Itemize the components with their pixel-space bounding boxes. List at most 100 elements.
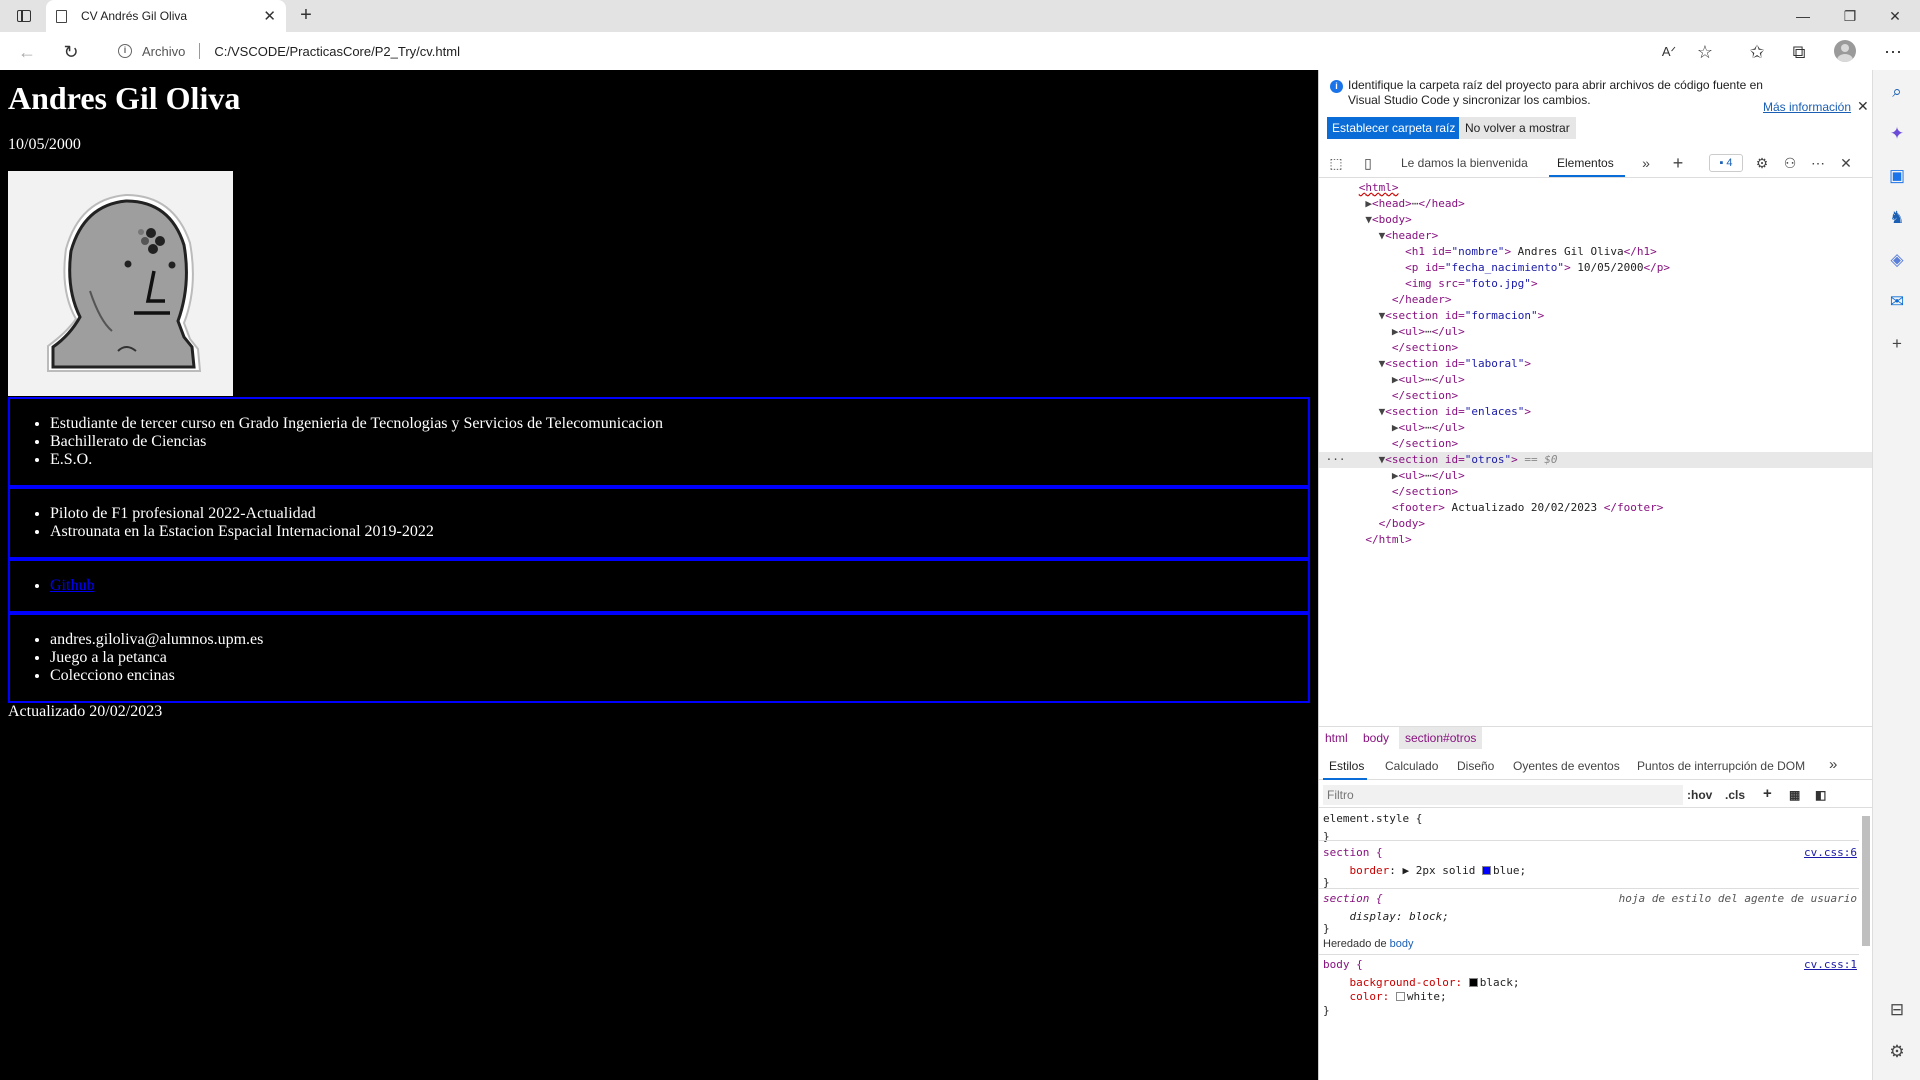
section-rule-source[interactable]: cv.css:6	[1804, 846, 1857, 859]
ellipsis-icon[interactable]: ⋯	[1425, 421, 1432, 434]
expand-icon[interactable]: ▶	[1403, 864, 1410, 877]
browser-tab[interactable]: CV Andrés Gil Oliva ✕	[46, 0, 286, 32]
close-devtools-icon[interactable]: ✕	[1837, 154, 1855, 172]
tab-dom-breakpoints[interactable]: Puntos de interrupción de DOM	[1637, 759, 1805, 773]
dom-node[interactable]: <p id="fecha_nacimiento"> 10/05/2000</p>	[1319, 260, 1873, 276]
restore-button[interactable]: ❐	[1835, 6, 1865, 26]
paint-icon[interactable]: ▦	[1789, 788, 1800, 802]
settings-gear-icon[interactable]: ⚙	[1885, 1040, 1909, 1064]
dom-node[interactable]: ▼<section id="laboral">	[1319, 356, 1873, 372]
styles-scrollbar[interactable]	[1862, 816, 1870, 946]
tools-icon[interactable]: ♞	[1885, 206, 1909, 230]
dom-node[interactable]: </section>	[1319, 340, 1873, 356]
more-info-link[interactable]: Más información	[1763, 100, 1851, 114]
ellipsis-icon[interactable]: ⋯	[1425, 325, 1432, 338]
copilot-icon[interactable]: ✦	[1885, 122, 1909, 146]
favorite-add-icon[interactable]: ☆	[1694, 41, 1716, 63]
dots-icon[interactable]: ···	[1326, 453, 1346, 466]
shopping-icon[interactable]: ▣	[1885, 164, 1909, 188]
profile-avatar[interactable]	[1834, 40, 1856, 62]
dom-node[interactable]: ▶<ul>⋯</ul>	[1319, 420, 1873, 436]
address-bar[interactable]: i Archivo C:/VSCODE/PracticasCore/P2_Try…	[104, 37, 1664, 65]
favorites-icon[interactable]: ✩	[1746, 41, 1768, 63]
reload-icon[interactable]: ↻	[60, 41, 82, 63]
add-tab-icon[interactable]: +	[1669, 154, 1687, 172]
tab-layout[interactable]: Diseño	[1457, 759, 1494, 773]
hide-sidebar-icon[interactable]: ⊟	[1885, 998, 1909, 1022]
device-toolbar-icon[interactable]: ▯	[1359, 154, 1377, 172]
color-declaration[interactable]: color: white;	[1323, 990, 1447, 1004]
dom-node[interactable]: </section>	[1319, 484, 1873, 500]
dom-node[interactable]: ▼<section id="enlaces">	[1319, 404, 1873, 420]
issues-badge[interactable]: ▪ 4	[1709, 154, 1743, 172]
dom-node[interactable]: </section>	[1319, 436, 1873, 452]
dom-node[interactable]: <h1 id="nombre"> Andres Gil Oliva</h1>	[1319, 244, 1873, 260]
office-icon[interactable]: ◈	[1885, 248, 1909, 272]
dom-node[interactable]: <html>	[1319, 180, 1873, 196]
sidebar-toggle-icon[interactable]: ◧	[1815, 788, 1826, 802]
outlook-icon[interactable]: ✉	[1885, 290, 1909, 314]
color-swatch[interactable]	[1481, 866, 1491, 875]
dom-node[interactable]: ▶<ul>⋯</ul>	[1319, 372, 1873, 388]
dom-node[interactable]: </section>	[1319, 388, 1873, 404]
dom-node[interactable]: ▶<ul>⋯</ul>	[1319, 324, 1873, 340]
read-aloud-icon[interactable]: Aᐟ	[1658, 41, 1680, 63]
sidebar-toggle-button[interactable]	[12, 6, 36, 26]
dont-show-again-button[interactable]: No volver a mostrar	[1459, 117, 1576, 139]
tab-computed[interactable]: Calculado	[1385, 759, 1438, 773]
add-icon[interactable]: +	[1885, 332, 1909, 356]
collections-icon[interactable]: ⧉	[1788, 41, 1810, 63]
tab-elements[interactable]: Elementos	[1557, 156, 1614, 170]
hover-state-toggle[interactable]: :hov	[1687, 788, 1712, 802]
dom-node[interactable]: </header>	[1319, 292, 1873, 308]
tab-welcome[interactable]: Le damos la bienvenida	[1401, 156, 1528, 170]
dom-node[interactable]: </body>	[1319, 516, 1873, 532]
tab-styles[interactable]: Estilos	[1329, 759, 1364, 773]
dom-node[interactable]: <img src="foto.jpg">	[1319, 276, 1873, 292]
inherited-from-link[interactable]: body	[1390, 938, 1414, 950]
breadcrumb-html[interactable]: html	[1325, 731, 1348, 745]
dom-node[interactable]: ▼<body>	[1319, 212, 1873, 228]
github-link[interactable]: Github	[50, 577, 94, 594]
body-rule-selector[interactable]: body {	[1323, 958, 1363, 972]
breadcrumb-section-otros[interactable]: section#otros	[1399, 727, 1483, 749]
color-swatch[interactable]	[1395, 992, 1405, 1001]
dom-node[interactable]: </html>	[1319, 532, 1873, 548]
dom-node[interactable]: ▼<section id="formacion">	[1319, 308, 1873, 324]
expand-icon[interactable]: ▶	[1365, 197, 1372, 210]
close-window-button[interactable]: ✕	[1880, 6, 1910, 26]
collapse-icon[interactable]: ▼	[1365, 213, 1372, 226]
back-icon[interactable]: ←	[16, 41, 38, 63]
element-style-selector[interactable]: element.style {	[1323, 812, 1422, 826]
info-icon[interactable]: i	[118, 44, 132, 58]
color-swatch[interactable]	[1468, 978, 1478, 987]
dom-node[interactable]: <footer> Actualizado 20/02/2023 </footer…	[1319, 500, 1873, 516]
dom-node[interactable]: ▼<header>	[1319, 228, 1873, 244]
inspect-element-icon[interactable]: ⬚	[1327, 154, 1345, 172]
new-tab-button[interactable]: +	[294, 4, 318, 28]
close-tab-icon[interactable]: ✕	[263, 7, 276, 25]
set-root-folder-button[interactable]: Establecer carpeta raíz	[1327, 117, 1461, 139]
settings-gear-icon[interactable]: ⚙	[1753, 154, 1771, 172]
styles-filter-input[interactable]	[1323, 785, 1683, 805]
feedback-icon[interactable]: ⚇	[1781, 154, 1799, 172]
more-tabs-icon[interactable]: »	[1637, 154, 1655, 172]
dom-tree[interactable]: <html> ▶<head>⋯</head> ▼<body> ▼<header>…	[1319, 180, 1873, 660]
section-rule-selector[interactable]: section {	[1323, 846, 1383, 860]
close-infobar-icon[interactable]: ✕	[1857, 98, 1869, 115]
address-url[interactable]: C:/VSCODE/PracticasCore/P2_Try/cv.html	[214, 44, 460, 59]
ellipsis-icon[interactable]: ⋯	[1425, 373, 1432, 386]
search-icon[interactable]: ⌕	[1885, 80, 1909, 104]
dom-node[interactable]: ▶<ul>⋯</ul>	[1319, 468, 1873, 484]
class-toggle[interactable]: .cls	[1725, 788, 1745, 802]
body-rule-source[interactable]: cv.css:1	[1804, 958, 1857, 971]
customize-menu-icon[interactable]: ⋯	[1809, 154, 1827, 172]
tab-event-listeners[interactable]: Oyentes de eventos	[1513, 759, 1620, 773]
new-rule-icon[interactable]: +	[1763, 785, 1772, 802]
more-tabs-icon[interactable]: »	[1829, 756, 1837, 773]
minimize-button[interactable]: —	[1788, 6, 1818, 26]
bg-declaration[interactable]: background-color: black;	[1323, 976, 1520, 990]
dom-node[interactable]: ▶<head>⋯</head>	[1319, 196, 1873, 212]
dom-node-selected[interactable]: ··· ▼<section id="otros"> == $0	[1319, 452, 1873, 468]
breadcrumb-body[interactable]: body	[1363, 731, 1389, 745]
